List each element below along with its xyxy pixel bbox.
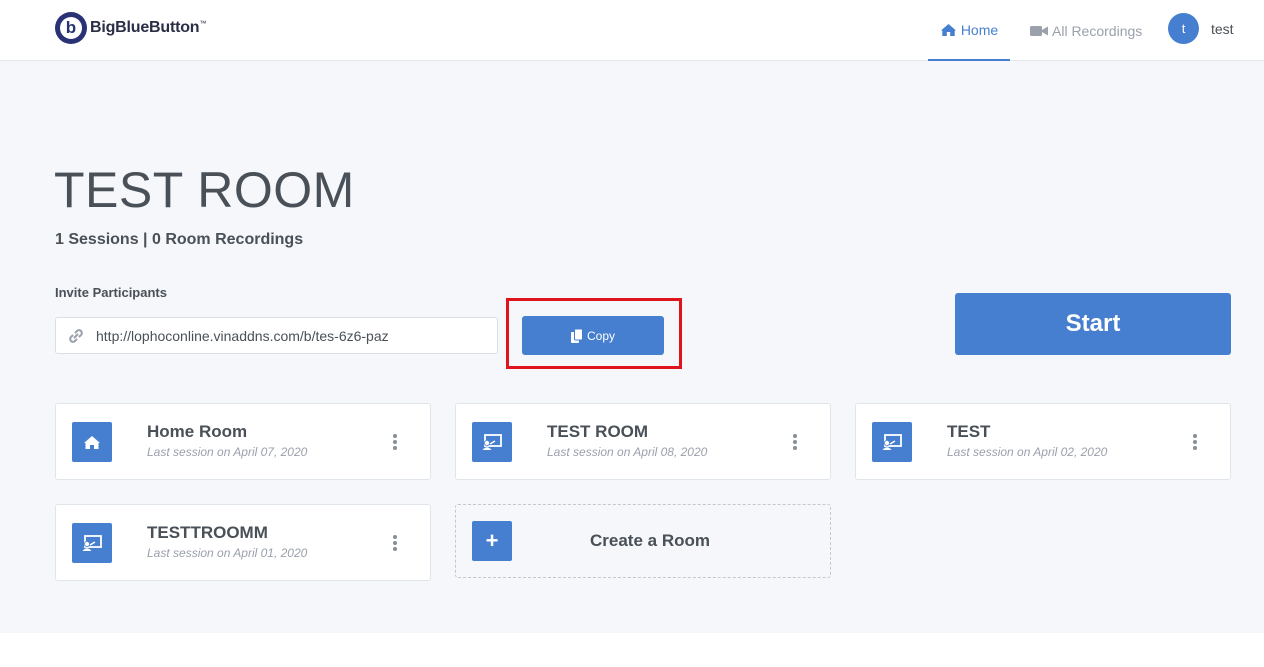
room-card[interactable]: TEST Last session on April 02, 2020 xyxy=(855,403,1231,480)
nav-home-link[interactable]: Home xyxy=(928,0,1010,61)
home-icon xyxy=(940,23,956,36)
room-last-session: Last session on April 02, 2020 xyxy=(947,445,1108,459)
top-navbar: b BigBlueButton™ Home All Recordings t t… xyxy=(0,0,1264,61)
copy-button-label: Copy xyxy=(586,328,615,343)
video-camera-icon xyxy=(1030,25,1048,36)
more-options-icon[interactable] xyxy=(392,434,398,452)
nav-home-label: Home xyxy=(960,21,999,38)
room-stats: 1 Sessions | 0 Room Recordings xyxy=(55,231,304,248)
user-menu[interactable]: t test xyxy=(1168,13,1234,44)
page-title: TEST ROOM xyxy=(54,162,355,218)
brand-name: BigBlueButton xyxy=(90,19,200,36)
link-icon xyxy=(69,328,83,343)
main-content: TEST ROOM 1 Sessions | 0 Room Recordings… xyxy=(0,61,1264,633)
invite-url-value: http://lophoconline.vinaddns.com/b/tes-6… xyxy=(96,327,389,344)
invite-url-field[interactable]: http://lophoconline.vinaddns.com/b/tes-6… xyxy=(55,317,498,354)
more-options-icon[interactable] xyxy=(792,434,798,452)
room-card[interactable]: TESTTROOMM Last session on April 01, 202… xyxy=(55,504,431,581)
room-last-session: Last session on April 01, 2020 xyxy=(147,546,308,560)
room-last-session: Last session on April 07, 2020 xyxy=(147,445,308,459)
room-card[interactable]: Home Room Last session on April 07, 2020 xyxy=(55,403,431,480)
presenter-icon xyxy=(472,422,512,462)
room-last-session: Last session on April 08, 2020 xyxy=(547,445,708,459)
copy-button[interactable]: Copy xyxy=(522,316,664,355)
room-name: TESTTROOMM xyxy=(147,523,268,542)
brand-trademark: ™ xyxy=(199,20,207,28)
copy-icon xyxy=(570,328,583,343)
room-name: TEST ROOM xyxy=(547,422,649,441)
room-name: Home Room xyxy=(147,422,248,441)
nav-all-recordings-link[interactable]: All Recordings xyxy=(1030,0,1142,61)
presenter-icon xyxy=(872,422,912,462)
more-options-icon[interactable] xyxy=(392,535,398,553)
invite-label: Invite Participants xyxy=(55,285,167,300)
avatar: t xyxy=(1168,13,1199,44)
start-button[interactable]: Start xyxy=(955,293,1231,355)
presenter-icon xyxy=(72,523,112,563)
create-room-label: Create a Room xyxy=(590,531,710,550)
user-name: test xyxy=(1211,20,1234,37)
footer xyxy=(0,633,1264,667)
room-name: TEST xyxy=(947,422,991,441)
nav-recordings-label: All Recordings xyxy=(1052,22,1143,39)
more-options-icon[interactable] xyxy=(1192,434,1198,452)
brand-logo[interactable]: b BigBlueButton™ xyxy=(55,12,206,44)
create-room-button[interactable]: + Create a Room xyxy=(455,504,831,578)
room-card[interactable]: TEST ROOM Last session on April 08, 2020 xyxy=(455,403,831,480)
home-icon xyxy=(72,422,112,462)
bigbluebutton-logo-icon: b xyxy=(55,12,87,44)
